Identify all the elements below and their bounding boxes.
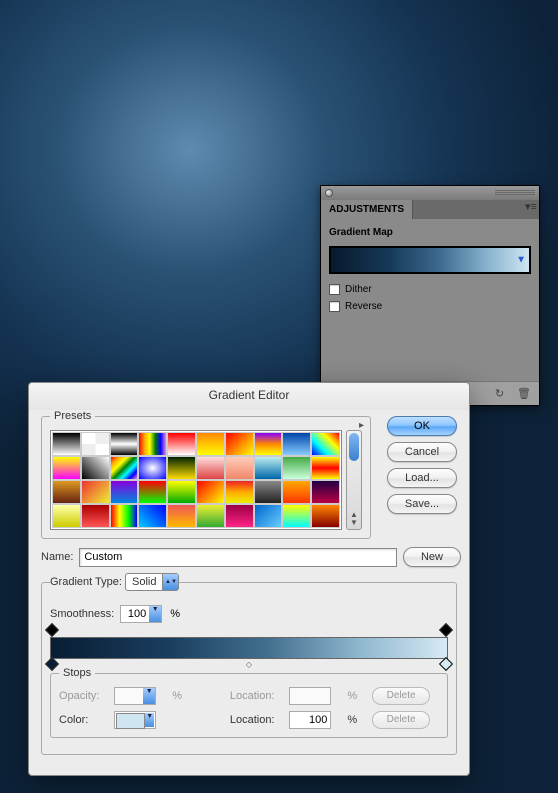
color-delete-button: Delete bbox=[372, 711, 430, 729]
preset-swatch[interactable] bbox=[196, 432, 225, 456]
cancel-button[interactable]: Cancel bbox=[387, 442, 457, 462]
preset-swatch[interactable] bbox=[167, 456, 196, 480]
cycle-icon[interactable]: ↻ bbox=[495, 387, 509, 401]
preset-swatch[interactable] bbox=[52, 432, 81, 456]
reverse-label: Reverse bbox=[345, 301, 382, 312]
dither-checkbox[interactable] bbox=[329, 284, 340, 295]
preset-swatch[interactable] bbox=[282, 504, 311, 528]
name-label: Name: bbox=[41, 551, 73, 563]
preset-swatch[interactable] bbox=[167, 432, 196, 456]
name-input[interactable] bbox=[79, 548, 397, 567]
preset-swatch[interactable] bbox=[196, 456, 225, 480]
scrollbar-arrows[interactable]: ▲▼ bbox=[347, 511, 361, 527]
dialog-title: Gradient Editor bbox=[29, 383, 469, 410]
dialog-buttons: OK Cancel Load... Save... bbox=[387, 410, 457, 514]
preset-swatch[interactable] bbox=[138, 456, 167, 480]
color-location-label: Location: bbox=[230, 714, 284, 726]
preset-swatch[interactable] bbox=[110, 504, 139, 528]
gradient-editor-dialog: Gradient Editor OK Cancel Load... Save..… bbox=[28, 382, 470, 776]
preset-swatch[interactable] bbox=[138, 480, 167, 504]
chevron-updown-icon: ▲▼ bbox=[162, 574, 178, 590]
gradient-settings-fieldset: Gradient Type: Solid ▲▼ Smoothness: ▼ % bbox=[41, 573, 457, 755]
preset-swatch[interactable] bbox=[225, 504, 254, 528]
preset-swatch[interactable] bbox=[110, 432, 139, 456]
opacity-location-label: Location: bbox=[230, 690, 284, 702]
preset-swatch[interactable] bbox=[167, 504, 196, 528]
preset-swatch[interactable] bbox=[138, 504, 167, 528]
preset-swatch[interactable] bbox=[282, 456, 311, 480]
color-swatch-select[interactable]: ▼ bbox=[114, 711, 156, 729]
preset-swatch[interactable] bbox=[225, 432, 254, 456]
preset-swatch[interactable] bbox=[282, 432, 311, 456]
preset-swatch[interactable] bbox=[282, 480, 311, 504]
opacity-input: ▼ bbox=[114, 687, 156, 705]
opacity-stop-left[interactable] bbox=[46, 625, 58, 637]
preset-swatch[interactable] bbox=[81, 504, 110, 528]
preset-swatch[interactable] bbox=[52, 480, 81, 504]
preset-swatch[interactable] bbox=[81, 432, 110, 456]
preset-swatch[interactable] bbox=[254, 504, 283, 528]
preset-swatch[interactable] bbox=[52, 504, 81, 528]
color-location-input[interactable] bbox=[289, 711, 331, 729]
preset-swatch[interactable] bbox=[196, 480, 225, 504]
preset-swatch[interactable] bbox=[254, 456, 283, 480]
preset-swatch[interactable] bbox=[311, 432, 340, 456]
smoothness-input[interactable]: ▼ bbox=[120, 605, 162, 623]
preset-swatch[interactable] bbox=[254, 432, 283, 456]
chevron-down-icon[interactable]: ▼ bbox=[516, 255, 526, 266]
chevron-down-icon[interactable]: ▼ bbox=[149, 606, 161, 622]
preset-swatch[interactable] bbox=[110, 480, 139, 504]
adjustments-panel: ADJUSTMENTS ▾≡ Gradient Map ▼ Dither Rev… bbox=[320, 185, 540, 406]
preset-swatch[interactable] bbox=[81, 456, 110, 480]
preset-swatch[interactable] bbox=[138, 432, 167, 456]
preset-swatch[interactable] bbox=[167, 480, 196, 504]
preset-swatch[interactable] bbox=[311, 480, 340, 504]
presets-fieldset: Presets ▸ ▲▼ bbox=[41, 410, 371, 539]
color-label: Color: bbox=[59, 714, 108, 726]
gradient-bar[interactable]: ◇ bbox=[50, 637, 448, 659]
gradient-map-preview[interactable]: ▼ bbox=[329, 246, 531, 274]
panel-drag-bar[interactable] bbox=[321, 186, 539, 200]
preset-swatch[interactable] bbox=[196, 504, 225, 528]
stops-legend: Stops bbox=[59, 667, 95, 679]
preset-swatch[interactable] bbox=[311, 504, 340, 528]
panel-tabs: ADJUSTMENTS ▾≡ bbox=[321, 200, 539, 219]
save-button[interactable]: Save... bbox=[387, 494, 457, 514]
reverse-checkbox[interactable] bbox=[329, 301, 340, 312]
preset-swatch[interactable] bbox=[254, 480, 283, 504]
opacity-stop-right[interactable] bbox=[440, 625, 452, 637]
preset-swatch[interactable] bbox=[311, 456, 340, 480]
load-button[interactable]: Load... bbox=[387, 468, 457, 488]
tab-adjustments[interactable]: ADJUSTMENTS bbox=[321, 200, 413, 219]
preset-grid[interactable] bbox=[50, 430, 342, 530]
preset-swatch[interactable] bbox=[110, 456, 139, 480]
panel-title: Gradient Map bbox=[329, 227, 531, 238]
preset-swatch[interactable] bbox=[81, 480, 110, 504]
stops-fieldset: Stops Opacity: ▼ % Location: % Delete Co… bbox=[50, 667, 448, 738]
panel-menu-icon[interactable]: ▾≡ bbox=[523, 200, 539, 219]
presets-legend: Presets bbox=[50, 410, 95, 422]
chevron-down-icon[interactable]: ▼ bbox=[145, 713, 154, 727]
smoothness-label: Smoothness: bbox=[50, 608, 114, 620]
presets-scrollbar[interactable]: ▲▼ bbox=[346, 430, 362, 530]
preset-swatch[interactable] bbox=[52, 456, 81, 480]
dither-label: Dither bbox=[345, 284, 372, 295]
opacity-location-input bbox=[289, 687, 331, 705]
gradient-type-select[interactable]: Solid ▲▼ bbox=[125, 573, 179, 591]
new-button[interactable]: New bbox=[403, 547, 461, 567]
opacity-label: Opacity: bbox=[59, 690, 108, 702]
scrollbar-thumb[interactable] bbox=[349, 433, 359, 461]
gradient-type-label: Gradient Type: bbox=[50, 576, 122, 588]
ok-button[interactable]: OK bbox=[387, 416, 457, 436]
opacity-delete-button: Delete bbox=[372, 687, 430, 705]
color-swatch[interactable] bbox=[116, 713, 145, 729]
trash-icon[interactable]: 🗑 bbox=[517, 387, 531, 401]
close-icon[interactable] bbox=[325, 189, 333, 197]
preset-swatch[interactable] bbox=[225, 456, 254, 480]
preset-swatch[interactable] bbox=[225, 480, 254, 504]
